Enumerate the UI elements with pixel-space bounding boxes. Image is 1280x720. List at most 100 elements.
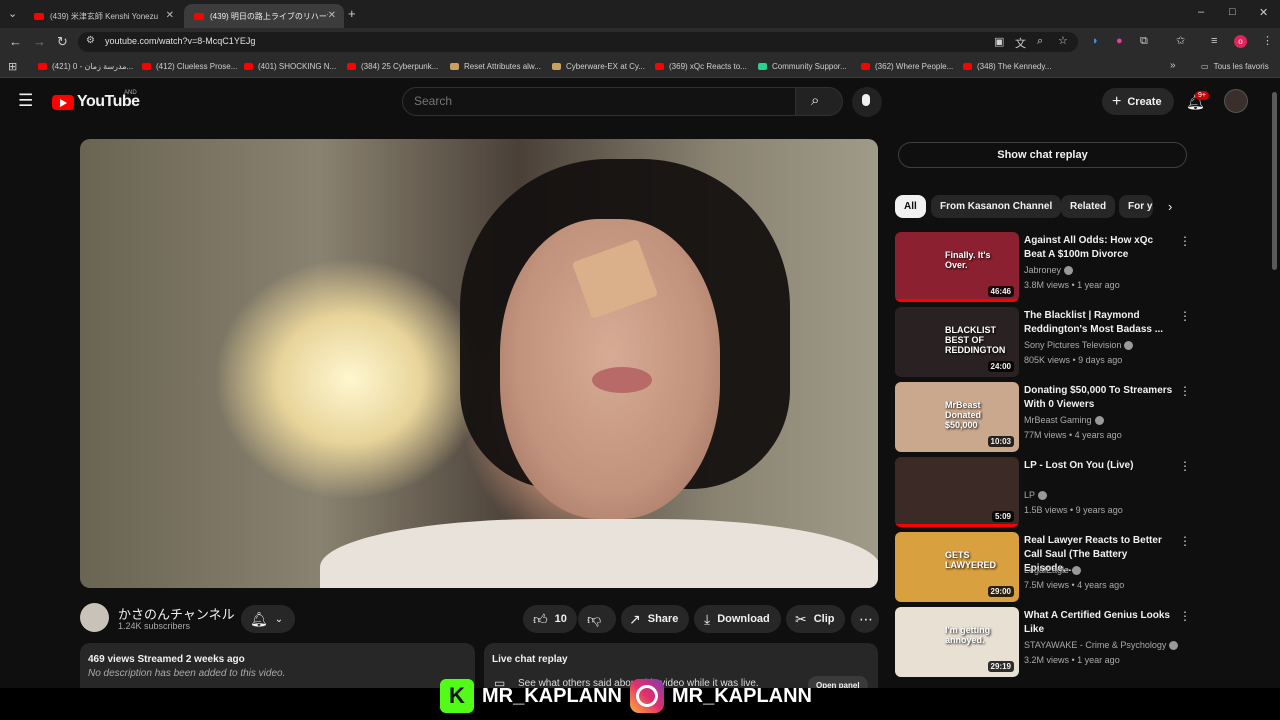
- video-title[interactable]: The Blacklist | Raymond Reddington's Mos…: [1024, 309, 1176, 337]
- video-player[interactable]: [80, 139, 878, 588]
- video-channel[interactable]: LP: [1024, 490, 1048, 501]
- bookmark-item[interactable]: Cyberware-EX at Cy...: [552, 62, 645, 71]
- more-options-icon[interactable]: ⋮: [1179, 534, 1191, 548]
- more-options-icon[interactable]: ⋮: [1179, 609, 1191, 623]
- recommended-video[interactable]: 5:09 LP - Lost On You (Live) LP 1.5B views …: [895, 457, 1195, 529]
- recommended-video[interactable]: MrBeast Donated $50,000 10:03 Donating $50…: [895, 382, 1195, 454]
- cast-icon[interactable]: ▣: [994, 35, 1004, 48]
- close-tab-icon[interactable]: ✕: [166, 10, 174, 21]
- extension-icon[interactable]: ●: [1116, 35, 1123, 47]
- kick-logo-icon: K: [440, 679, 474, 713]
- video-title[interactable]: What A Certified Genius Looks Like: [1024, 609, 1176, 637]
- apps-grid-icon[interactable]: ⊞: [8, 60, 17, 73]
- bookmark-item[interactable]: (401) SHOCKING N...: [244, 62, 336, 71]
- page-scrollbar[interactable]: [1272, 92, 1277, 270]
- video-meta: 805K views • 9 days ago: [1024, 355, 1123, 365]
- all-bookmarks-folder[interactable]: ▭ Tous les favoris: [1201, 62, 1269, 71]
- reload-icon[interactable]: ↻: [57, 34, 68, 50]
- account-avatar[interactable]: [1224, 89, 1248, 113]
- menu-icon[interactable]: ⋮: [1262, 34, 1273, 47]
- video-channel[interactable]: Jabroney: [1024, 265, 1074, 276]
- recommended-video[interactable]: BLACKLIST BEST OF REDDINGTON 24:00 The Bla…: [895, 307, 1195, 379]
- video-thumbnail[interactable]: BLACKLIST BEST OF REDDINGTON 24:00: [895, 307, 1019, 377]
- search-icon: ⌕: [811, 92, 820, 109]
- verified-badge-icon: [1072, 566, 1082, 576]
- description-text: No description has been added to this vi…: [88, 668, 286, 679]
- channel-avatar[interactable]: [80, 603, 109, 632]
- browser-tab[interactable]: (439) 米津玄師 Kenshi Yonezu ✕: [24, 4, 182, 28]
- bookmark-item[interactable]: (369) xQc Reacts to...: [655, 62, 747, 71]
- browser-tab-active[interactable]: (439) 明日の路上ライブのリハーサル ✕: [184, 4, 344, 28]
- media-icon[interactable]: ≡: [1211, 35, 1217, 47]
- video-thumbnail[interactable]: I'm getting annoyed. 29:19: [895, 607, 1019, 677]
- video-thumbnail[interactable]: Finally. It's Over. 46:46: [895, 232, 1019, 302]
- more-options-icon[interactable]: ⋮: [1179, 459, 1191, 473]
- maximize-icon[interactable]: □: [1229, 6, 1236, 18]
- chevron-right-icon[interactable]: ›: [1168, 199, 1172, 214]
- filter-chip-channel[interactable]: From Kasanon Channel: [931, 195, 1062, 218]
- video-channel[interactable]: Sony Pictures Television: [1024, 340, 1134, 351]
- share-button[interactable]: ↗ Share: [621, 605, 689, 633]
- bookmark-item[interactable]: (348) The Kennedy...: [963, 62, 1051, 71]
- video-channel[interactable]: MrBeast Gaming: [1024, 415, 1104, 426]
- verified-badge-icon: [1169, 641, 1179, 651]
- like-button[interactable]: 👍︎ 10: [523, 605, 577, 633]
- video-channel[interactable]: STAYAWAKE - Crime & Psychology: [1024, 640, 1179, 651]
- translate-icon[interactable]: 文: [1015, 35, 1026, 51]
- video-duration: 29:00: [987, 586, 1014, 597]
- video-thumbnail[interactable]: GETS LAWYERED 29:00: [895, 532, 1019, 602]
- recommended-video[interactable]: I'm getting annoyed. 29:19 What A Certifie…: [895, 607, 1195, 679]
- youtube-play-icon: [52, 94, 74, 110]
- bookmark-item[interactable]: (421) مدرسة زمان - 0...: [38, 62, 133, 71]
- more-options-icon[interactable]: ⋮: [1179, 309, 1191, 323]
- search-input[interactable]: [414, 94, 784, 108]
- close-window-icon[interactable]: ✕: [1259, 6, 1268, 19]
- video-channel[interactable]: LegalEagle: [1024, 565, 1082, 576]
- new-tab-icon[interactable]: +: [348, 6, 356, 21]
- tab-title: (439) 明日の路上ライブのリハーサル: [210, 11, 328, 21]
- bookmark-item[interactable]: Community Suppor...: [758, 62, 847, 71]
- back-icon[interactable]: ←: [9, 34, 22, 49]
- bookmark-item[interactable]: (412) Clueless Prose...: [142, 62, 237, 71]
- filter-chip-all[interactable]: All: [895, 195, 926, 218]
- video-title[interactable]: Against All Odds: How xQc Beat A $100m D…: [1024, 234, 1176, 262]
- bookmark-item[interactable]: (384) 25 Cyberpunk...: [347, 62, 438, 71]
- create-button[interactable]: + Create: [1102, 88, 1174, 115]
- more-options-icon[interactable]: ⋮: [1179, 384, 1191, 398]
- profile-icon[interactable]: o: [1234, 35, 1247, 48]
- site-info-icon[interactable]: ⚙: [86, 35, 95, 46]
- video-title[interactable]: LP - Lost On You (Live): [1024, 459, 1176, 473]
- extensions-puzzle-icon[interactable]: ⧉: [1140, 35, 1148, 48]
- bookmark-item[interactable]: Reset Attributes alw...: [450, 62, 541, 71]
- more-actions-button[interactable]: ⋯: [851, 605, 879, 633]
- filter-chip-related[interactable]: Related: [1061, 195, 1116, 218]
- forward-icon[interactable]: →: [33, 34, 46, 49]
- video-duration: 24:00: [987, 361, 1014, 372]
- extension-icon[interactable]: ◗: [1092, 35, 1099, 47]
- clip-button[interactable]: ✂ Clip: [786, 605, 845, 633]
- bookmarks-icon[interactable]: ✩: [1176, 34, 1185, 47]
- bookmark-item[interactable]: (362) Where People...: [861, 62, 953, 71]
- live-chat-title: Live chat replay: [492, 654, 568, 665]
- video-thumbnail[interactable]: 5:09: [895, 457, 1019, 527]
- more-options-icon[interactable]: ⋮: [1179, 234, 1191, 248]
- voice-search-button[interactable]: [852, 87, 882, 117]
- zoom-icon[interactable]: ⌕: [1037, 35, 1043, 48]
- subscription-bell-button[interactable]: 🔔︎ ⌄: [241, 605, 295, 633]
- more-bookmarks-icon[interactable]: »: [1170, 60, 1176, 71]
- show-chat-replay-button[interactable]: Show chat replay: [898, 142, 1187, 168]
- video-meta: 1.5B views • 9 years ago: [1024, 505, 1123, 515]
- recommended-video[interactable]: GETS LAWYERED 29:00 Real Lawyer Reacts to …: [895, 532, 1195, 604]
- minimize-icon[interactable]: –: [1198, 6, 1204, 18]
- dislike-button[interactable]: 👎︎: [578, 605, 616, 633]
- close-tab-icon[interactable]: ✕: [328, 10, 336, 21]
- tab-list-icon[interactable]: ⌄: [8, 7, 17, 20]
- filter-chip-for-you[interactable]: For y: [1119, 195, 1153, 218]
- bookmark-star-icon[interactable]: ☆: [1058, 34, 1068, 47]
- video-title[interactable]: Donating $50,000 To Streamers With 0 Vie…: [1024, 384, 1176, 412]
- download-button[interactable]: ⤓ Download: [694, 605, 781, 633]
- search-button[interactable]: ⌕: [795, 87, 843, 116]
- hamburger-menu-icon[interactable]: ☰: [18, 91, 33, 111]
- recommended-video[interactable]: Finally. It's Over. 46:46 Against All Odds…: [895, 232, 1195, 304]
- video-thumbnail[interactable]: MrBeast Donated $50,000 10:03: [895, 382, 1019, 452]
